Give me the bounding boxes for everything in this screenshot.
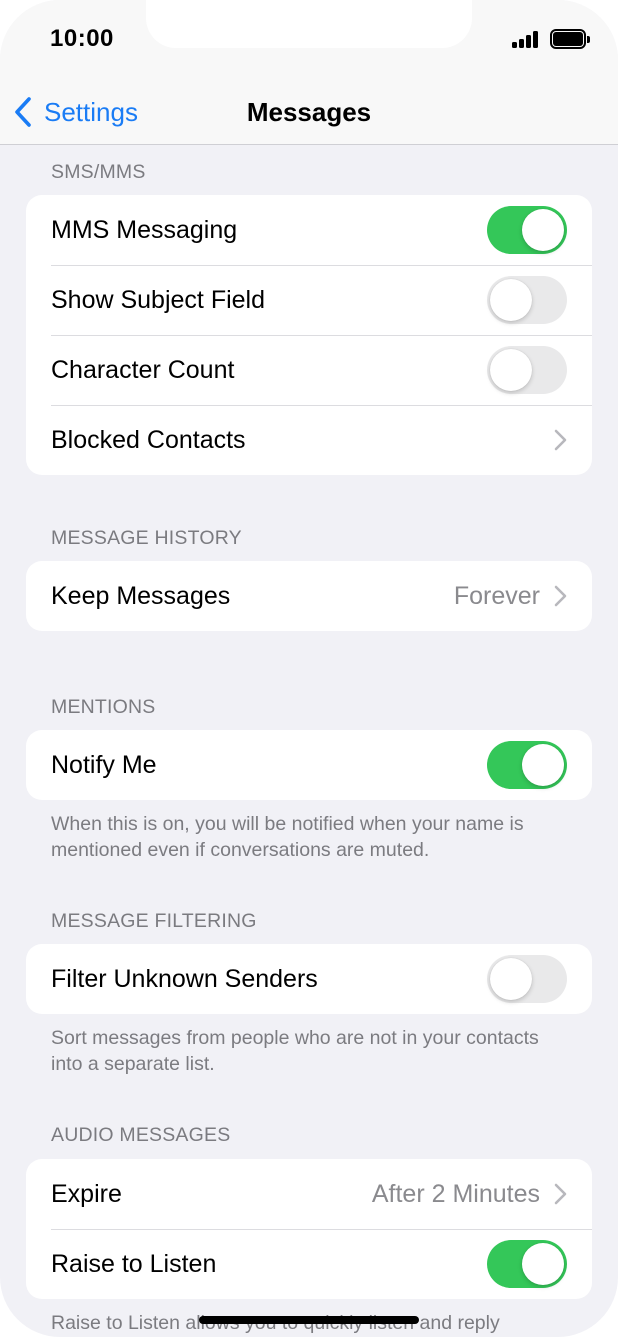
back-button[interactable]: Settings xyxy=(12,92,138,132)
row-label: Raise to Listen xyxy=(51,1249,217,1278)
battery-icon xyxy=(550,29,590,49)
row-expire[interactable]: Expire After 2 Minutes xyxy=(26,1159,592,1229)
notch xyxy=(146,0,472,48)
row-character-count: Character Count xyxy=(26,335,592,405)
chevron-left-icon xyxy=(15,97,31,127)
chevron-right-icon xyxy=(554,585,567,607)
section-header-mentions: MENTIONS xyxy=(51,696,156,718)
section-header-audio-messages: AUDIO MESSAGES xyxy=(51,1124,231,1146)
section-header-message-filtering: MESSAGE FILTERING xyxy=(51,910,257,932)
group-audio-messages: Expire After 2 Minutes Raise to Listen xyxy=(26,1159,592,1299)
group-message-filtering: Filter Unknown Senders xyxy=(26,944,592,1014)
chevron-right-icon xyxy=(554,1183,567,1205)
mentions-footer-text: When this is on, you will be notified wh… xyxy=(51,813,524,861)
row-keep-messages[interactable]: Keep Messages Forever xyxy=(26,561,592,631)
row-mms-messaging: MMS Messaging xyxy=(26,195,592,265)
row-filter-unknown-senders: Filter Unknown Senders xyxy=(26,944,592,1014)
cellular-signal-icon xyxy=(512,30,540,48)
row-label: Filter Unknown Senders xyxy=(51,964,318,993)
row-show-subject-field: Show Subject Field xyxy=(26,265,592,335)
home-indicator xyxy=(199,1316,419,1324)
row-blocked-contacts[interactable]: Blocked Contacts xyxy=(26,405,592,475)
row-label: Character Count xyxy=(51,355,235,384)
group-mentions: Notify Me xyxy=(26,730,592,800)
notify-me-toggle[interactable] xyxy=(487,741,567,789)
section-header-message-history: MESSAGE HISTORY xyxy=(51,527,242,549)
row-label: Notify Me xyxy=(51,750,157,779)
show-subject-field-toggle[interactable] xyxy=(487,276,567,324)
keep-messages-value: Forever xyxy=(453,581,540,610)
group-message-history: Keep Messages Forever xyxy=(26,561,592,631)
back-button-label: Settings xyxy=(44,96,138,127)
filtering-footer-text: Sort messages from people who are not in… xyxy=(51,1027,539,1075)
row-raise-to-listen: Raise to Listen xyxy=(26,1229,592,1299)
row-notify-me: Notify Me xyxy=(26,730,592,800)
expire-value: After 2 Minutes xyxy=(371,1179,540,1208)
status-bar: 10:00 xyxy=(0,0,618,80)
row-label: Keep Messages xyxy=(51,581,231,610)
group-sms-mms: MMS Messaging Show Subject Field Charact… xyxy=(26,195,592,475)
status-time: 10:00 xyxy=(50,25,114,52)
row-label: Blocked Contacts xyxy=(51,425,246,454)
row-label: Show Subject Field xyxy=(51,285,266,314)
section-header-sms-mms: SMS/MMS xyxy=(51,161,146,183)
row-label: Expire xyxy=(51,1179,122,1208)
filter-unknown-senders-toggle[interactable] xyxy=(487,955,567,1003)
raise-to-listen-toggle[interactable] xyxy=(487,1240,567,1288)
phone-screen: 10:00 Messages Settings SMS/MMS MMS Mess… xyxy=(0,0,618,1337)
chevron-right-icon xyxy=(554,429,567,451)
row-label: MMS Messaging xyxy=(51,215,238,244)
character-count-toggle[interactable] xyxy=(487,346,567,394)
mms-messaging-toggle[interactable] xyxy=(487,206,567,254)
navigation-bar: Messages Settings xyxy=(0,80,618,145)
